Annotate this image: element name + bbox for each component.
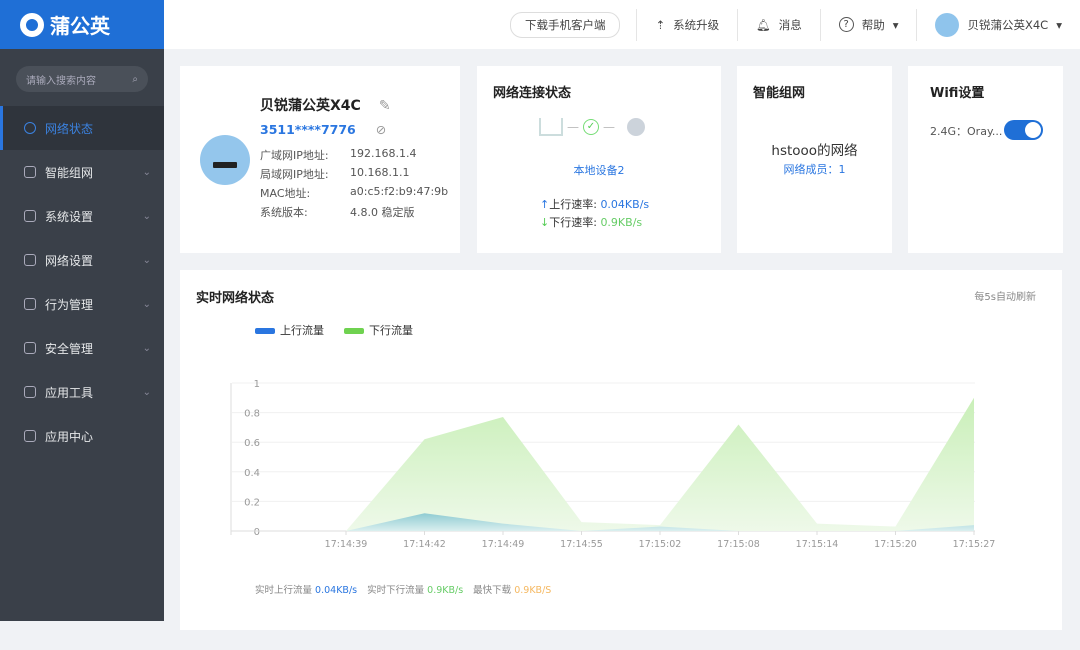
arrow-down-icon: ↓ <box>540 216 550 229</box>
chevron-down-icon: ⌄ <box>142 298 151 310</box>
upgrade-button[interactable]: ⇡ 系统升级 <box>636 8 737 41</box>
help-icon: ? <box>838 17 854 32</box>
sidebar-item[interactable]: 网络设置 ⌄ <box>0 238 164 282</box>
y-tick-label: 0.2 <box>244 497 260 508</box>
menu-icon <box>24 166 36 178</box>
x-tick-label: 17:14:49 <box>482 539 525 550</box>
messages-button[interactable]: 🔔︎ 消息 <box>737 8 820 41</box>
edit-icon[interactable]: ✎ <box>379 98 391 114</box>
x-tick-label: 17:14:39 <box>325 539 368 550</box>
help-button[interactable]: ? 帮助 ▾ <box>819 8 917 41</box>
local-devices-link[interactable]: 本地设备2 <box>477 162 721 178</box>
wifi-card: Wifi设置 2.4G：Oray... <box>908 66 1063 253</box>
caret-down-icon: ▾ <box>892 17 899 32</box>
sidebar-item[interactable]: 应用工具 ⌄ <box>0 370 164 414</box>
sidebar-item[interactable]: 智能组网 ⌄ <box>0 150 164 194</box>
caret-down-icon: ▾ <box>1056 17 1062 32</box>
x-tick-label: 17:15:02 <box>639 539 682 550</box>
sidebar-item[interactable]: 行为管理 ⌄ <box>0 282 164 326</box>
chevron-down-icon: ⌄ <box>142 166 151 178</box>
chevron-down-icon: ⌄ <box>142 210 151 222</box>
x-tick-label: 17:15:14 <box>796 539 839 550</box>
sidebar-item[interactable]: 网络状态 <box>0 106 164 150</box>
x-tick-label: 17:15:08 <box>717 539 760 550</box>
eye-hidden-icon[interactable]: ⊘ <box>376 122 386 137</box>
area-series-download <box>346 397 974 531</box>
sidebar-item[interactable]: 应用中心 <box>0 414 164 458</box>
topbar: 下载手机客户端 ⇡ 系统升级 🔔︎ 消息 ? 帮助 ▾ 贝锐蒲公英X4C ▾ <box>164 0 1080 49</box>
menu-icon <box>24 386 36 398</box>
logo[interactable]: 蒲公英 <box>0 0 164 49</box>
legend-item[interactable]: 下行流量 <box>344 322 413 338</box>
menu-icon <box>24 210 36 222</box>
x-tick-label: 17:14:42 <box>403 539 446 550</box>
mesh-members-link[interactable]: 网络成员：1 <box>737 161 892 177</box>
sidebar: 蒲公英 请输入搜索内容 ⌕ 网络状态 智能组网 ⌄ 系统设置 ⌄ 网络设置 ⌄ 行为管理 ⌄ 安全管… <box>0 0 164 621</box>
y-tick-label: 0.8 <box>244 409 260 420</box>
menu-icon <box>24 342 36 354</box>
y-tick-label: 0 <box>254 527 260 538</box>
search-input[interactable]: 请输入搜索内容 ⌕ <box>16 66 148 92</box>
y-tick-label: 0.6 <box>244 438 260 449</box>
x-tick-label: 17:15:20 <box>874 539 917 550</box>
download-app-button[interactable]: 下载手机客户端 <box>509 11 621 38</box>
y-tick-label: 0.4 <box>244 468 260 479</box>
logo-icon <box>20 12 44 37</box>
arrow-up-icon: ↑ <box>540 198 550 211</box>
y-tick-label: 1 <box>254 379 260 390</box>
sidebar-item[interactable]: 安全管理 ⌄ <box>0 326 164 370</box>
menu-icon <box>24 430 36 442</box>
x-tick-label: 17:15:27 <box>953 539 996 550</box>
traffic-chart: 0 0.2 0.4 0.6 0.8 1 17:14:39 17:14:42 17:14:49 17… <box>230 379 996 550</box>
check-icon: ✓ <box>583 119 599 135</box>
x-tick-label: 17:14:55 <box>560 539 603 550</box>
avatar <box>935 12 960 37</box>
bell-icon: 🔔︎ <box>756 17 771 32</box>
router-image <box>200 135 250 185</box>
globe-icon <box>627 118 645 136</box>
router-icon <box>539 118 563 136</box>
chevron-down-icon: ⌄ <box>142 342 151 354</box>
chevron-down-icon: ⌄ <box>142 386 151 398</box>
rocket-icon: ⇡ <box>655 17 666 32</box>
device-card: 贝锐蒲公英X4C ✎ 3511****7776 ⊘ 广域网IP地址: 192.168.… <box>180 66 460 253</box>
wifi-toggle[interactable] <box>1004 120 1043 140</box>
menu-icon <box>24 122 36 134</box>
menu-icon <box>24 254 36 266</box>
connection-diagram: — ✓ — <box>539 118 645 136</box>
sidebar-item[interactable]: 系统设置 ⌄ <box>0 194 164 238</box>
mesh-card: 智能组网 hstooo的网络 网络成员：1 <box>737 66 892 253</box>
device-menu[interactable]: 贝锐蒲公英X4C ▾ <box>916 8 1080 41</box>
device-sn: 3511****7776 ⊘ <box>260 122 387 137</box>
search-icon[interactable]: ⌕ <box>132 74 138 85</box>
connection-card: 网络连接状态 — ✓ — 本地设备2 ↑上行速率: 0.04KB/s ↓下行速率: … <box>477 66 721 253</box>
chevron-down-icon: ⌄ <box>142 254 151 266</box>
realtime-card: 实时网络状态 每5s自动刷新 上行流量 下行流量 0 0.2 0.4 0.6 0.8 1 17… <box>180 270 1062 630</box>
device-name: 贝锐蒲公英X4C ✎ <box>260 98 391 114</box>
menu-icon <box>24 298 36 310</box>
legend-item[interactable]: 上行流量 <box>255 322 324 338</box>
